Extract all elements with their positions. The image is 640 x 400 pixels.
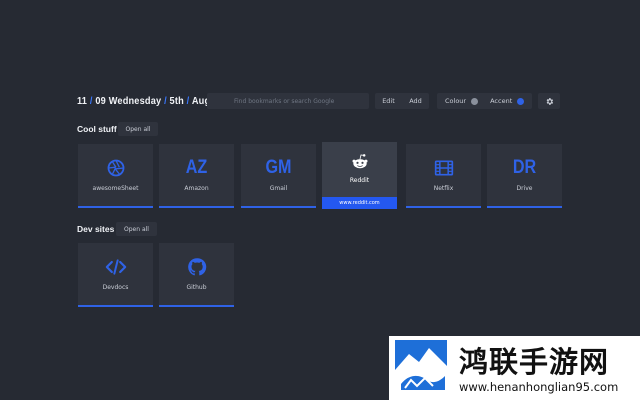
watermark-url: www.henanhonglian95.com	[459, 380, 619, 394]
date-time-display: 11 / 09 Wednesday / 5th / August	[77, 96, 225, 107]
aperture-icon	[78, 158, 153, 178]
colour-toggle[interactable]: Colour	[445, 97, 479, 105]
bookmark-label: Netflix	[433, 185, 454, 192]
add-button[interactable]: Add	[402, 97, 429, 105]
date-separator: /	[89, 95, 93, 107]
bookmark-label: Reddit	[349, 177, 370, 184]
accent-toggle[interactable]: Accent	[490, 97, 525, 105]
bookmark-tile[interactable]: GM Gmail	[241, 144, 316, 208]
bookmark-tile[interactable]: awesomeSheet	[78, 144, 153, 208]
film-icon	[406, 158, 481, 178]
reddit-icon	[322, 152, 397, 172]
colour-accent-group: Colour Accent	[437, 93, 532, 109]
bookmark-label: Drive	[516, 185, 533, 192]
search-input[interactable]: Find bookmarks or search Google	[207, 93, 369, 109]
bookmark-tile[interactable]: AZ Amazon	[159, 144, 234, 208]
accent-label: Accent	[490, 97, 513, 105]
bookmark-label: Gmail	[269, 185, 288, 192]
open-all-button[interactable]: Open all	[118, 122, 158, 136]
open-all-button[interactable]: Open all	[116, 222, 157, 236]
weekday: Wednesday	[108, 95, 162, 107]
clock-hour: 11	[77, 95, 88, 107]
settings-button[interactable]	[538, 93, 560, 109]
gear-icon	[546, 97, 553, 105]
day-of-month: 5th	[169, 95, 184, 107]
date-separator: /	[164, 95, 167, 107]
bookmark-label: awesomeSheet	[92, 185, 139, 192]
clock-minute: 09	[95, 95, 106, 107]
bookmark-tile[interactable]: Devdocs	[78, 243, 153, 307]
edit-add-group: Edit Add	[375, 93, 429, 109]
code-icon	[78, 257, 153, 277]
bookmark-tile[interactable]: Github	[159, 243, 234, 307]
bookmark-label: Amazon	[184, 185, 209, 192]
watermark-logo	[395, 340, 447, 396]
edit-button[interactable]: Edit	[375, 97, 402, 105]
group-title: Dev sites	[77, 224, 115, 234]
colour-toggle-dot	[471, 97, 479, 105]
bookmark-url: www.reddit.com	[322, 197, 397, 209]
github-icon	[159, 257, 234, 277]
group-title: Cool stuff	[77, 124, 117, 134]
watermark-title: 鸿联手游网	[459, 345, 610, 379]
watermark: 鸿联手游网 www.henanhonglian95.com	[389, 336, 640, 400]
bookmark-letters: DR	[512, 157, 537, 178]
date-separator: /	[186, 95, 190, 107]
bookmark-tile-hovered[interactable]: Reddit www.reddit.com	[322, 142, 397, 209]
bookmark-letters: AZ	[185, 157, 208, 178]
bookmark-tile[interactable]: DR Drive	[487, 144, 562, 208]
accent-toggle-dot	[517, 97, 525, 105]
bookmark-label: Devdocs	[102, 284, 129, 291]
bookmark-letters: GM	[265, 157, 292, 178]
header-bar: 11 / 09 Wednesday / 5th / August Find bo…	[77, 93, 563, 109]
bookmark-tile[interactable]: Netflix	[406, 144, 481, 208]
colour-label: Colour	[445, 97, 467, 105]
bookmark-label: Github	[186, 284, 207, 291]
